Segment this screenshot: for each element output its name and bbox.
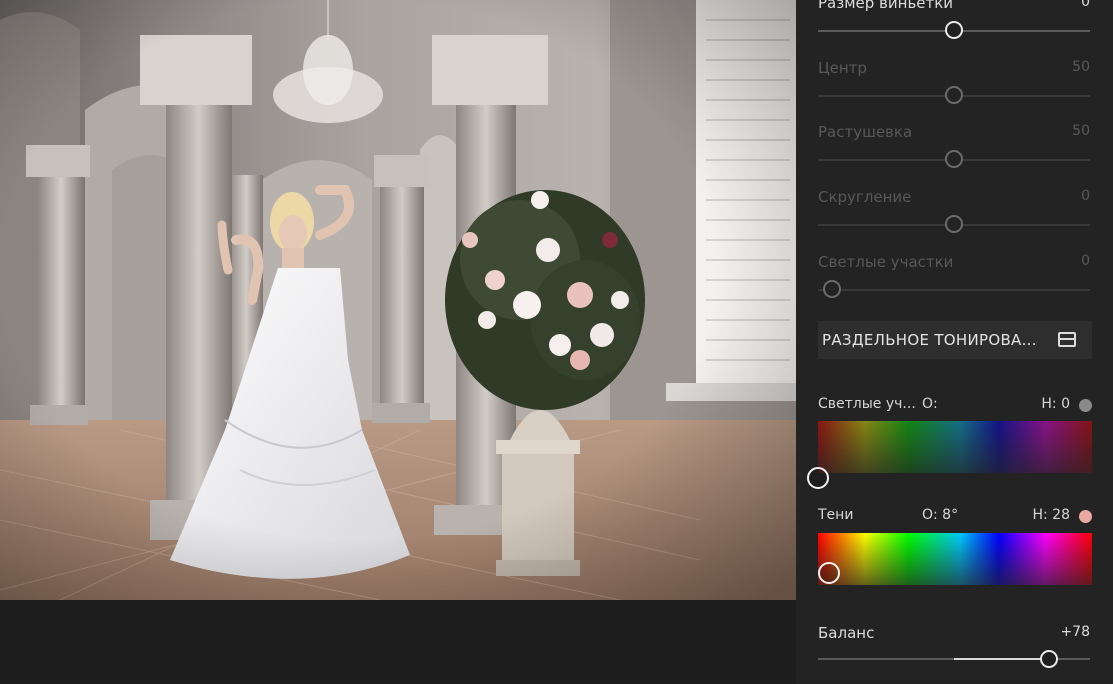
- slider-value[interactable]: 0: [1081, 253, 1090, 269]
- vignette-size-slider[interactable]: Размер виньетки 0: [818, 0, 1090, 44]
- slider-track[interactable]: [818, 289, 1090, 291]
- slider-thumb[interactable]: [823, 280, 841, 298]
- slider-label: Размер виньетки: [818, 0, 954, 12]
- highlights-hue[interactable]: Н: 0: [1041, 396, 1070, 412]
- slider-fill: [954, 658, 1050, 660]
- highlights-hue-thumb[interactable]: [807, 467, 829, 489]
- slider-thumb[interactable]: [1040, 650, 1059, 668]
- slider-value[interactable]: 50: [1072, 59, 1090, 75]
- highlights-color-swatch-icon[interactable]: [1079, 399, 1092, 412]
- shadows-hue-picker[interactable]: [818, 533, 1092, 585]
- split-toning-balance-slider[interactable]: Баланс +78: [818, 624, 1090, 674]
- slider-label: Скругление: [818, 188, 912, 206]
- section-title: РАЗДЕЛЬНОЕ ТОНИРОВА...: [822, 331, 1037, 349]
- shadows-color-swatch-icon[interactable]: [1079, 510, 1092, 523]
- split-toning-section-header[interactable]: РАЗДЕЛЬНОЕ ТОНИРОВА...: [818, 321, 1092, 359]
- slider-value[interactable]: +78: [1060, 624, 1090, 640]
- highlights-tone-row: Светлые уч... О: Н: 0: [818, 396, 1092, 416]
- develop-panel: Размер виньетки 0 Центр 50 Растушевка 50…: [796, 0, 1113, 684]
- vignette-highlights-slider[interactable]: Светлые участки 0: [818, 253, 1090, 303]
- slider-value[interactable]: 0: [1081, 0, 1090, 10]
- vignette-feather-slider[interactable]: Растушевка 50: [818, 123, 1090, 173]
- slider-value[interactable]: 0: [1081, 188, 1090, 204]
- vignette-roundness-slider[interactable]: Скругление 0: [818, 188, 1090, 238]
- highlights-label: Светлые уч...: [818, 396, 916, 412]
- highlights-hue-picker[interactable]: [807, 421, 1092, 489]
- split-toning-icon[interactable]: [1058, 332, 1076, 347]
- slider-value[interactable]: 50: [1072, 123, 1090, 139]
- shadows-hue[interactable]: Н: 28: [1032, 507, 1070, 523]
- highlights-saturation[interactable]: О:: [922, 396, 938, 412]
- slider-label: Центр: [818, 59, 867, 77]
- slider-label: Баланс: [818, 624, 875, 642]
- shadows-label: Тени: [818, 507, 854, 523]
- slider-thumb[interactable]: [945, 86, 963, 104]
- slider-thumb[interactable]: [945, 21, 963, 39]
- slider-thumb[interactable]: [945, 215, 963, 233]
- photo-preview: [0, 0, 796, 600]
- vignette-center-slider[interactable]: Центр 50: [818, 59, 1090, 109]
- photo-canvas[interactable]: [0, 0, 796, 684]
- slider-label: Светлые участки: [818, 253, 954, 271]
- slider-thumb[interactable]: [945, 150, 963, 168]
- shadows-tone-row: Тени О: 8° Н: 28: [818, 507, 1092, 527]
- slider-label: Растушевка: [818, 123, 913, 141]
- shadows-saturation[interactable]: О: 8°: [922, 507, 958, 523]
